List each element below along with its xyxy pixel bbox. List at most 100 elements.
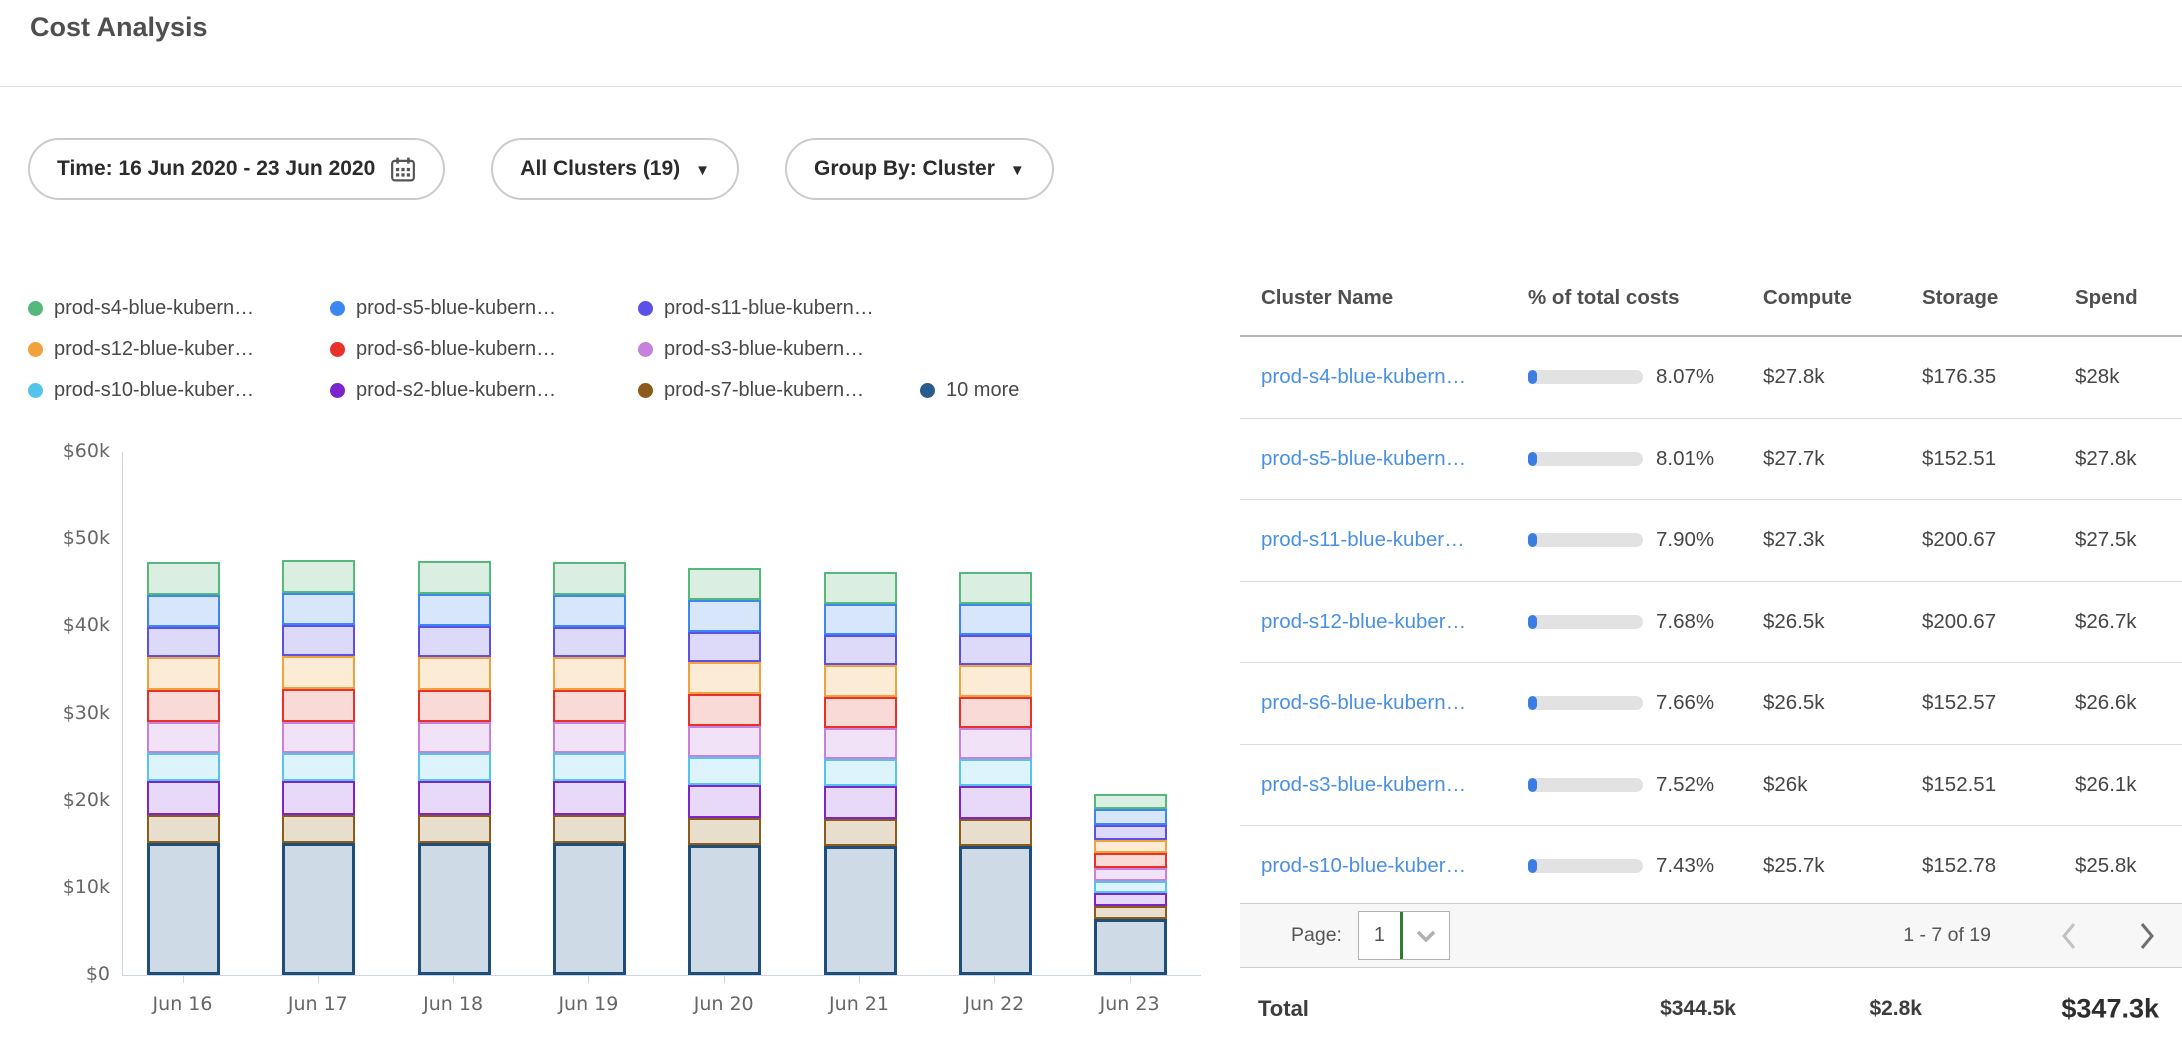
bar-segment-prod-s2-blue-kubern[interactable] [688,785,761,818]
group-by-dropdown[interactable]: Group By: Cluster ▼ [785,138,1054,200]
bar-segment-prod-s5-blue-kubern[interactable] [553,595,626,627]
bar-segment-prod-s10-blue-kuber[interactable] [688,757,761,785]
bar-segment-prod-s12-blue-kuber[interactable] [1094,840,1167,853]
bar-segment-prod-s5-blue-kubern[interactable] [688,600,761,632]
bar-segment-10-more[interactable] [282,843,355,975]
stacked-bar-jun-22[interactable] [959,572,1032,975]
bar-segment-prod-s6-blue-kubern[interactable] [959,697,1032,728]
bar-segment-prod-s7-blue-kubern[interactable] [418,815,491,843]
bar-segment-prod-s3-blue-kubern[interactable] [553,722,626,753]
bar-segment-10-more[interactable] [147,843,220,975]
bar-segment-prod-s7-blue-kubern[interactable] [824,819,897,846]
bar-segment-prod-s10-blue-kuber[interactable] [1094,881,1167,893]
cluster-name-link[interactable]: prod-s6-blue-kubern… [1261,691,1528,715]
bar-segment-prod-s3-blue-kubern[interactable] [418,722,491,753]
bar-segment-10-more[interactable] [553,843,626,975]
cluster-name-link[interactable]: prod-s4-blue-kubern… [1261,365,1528,389]
cluster-name-link[interactable]: prod-s12-blue-kuber… [1261,610,1528,634]
bar-segment-prod-s2-blue-kubern[interactable] [418,781,491,815]
bar-segment-prod-s5-blue-kubern[interactable] [418,594,491,626]
bar-segment-prod-s7-blue-kubern[interactable] [959,819,1032,846]
cluster-name-link[interactable]: prod-s10-blue-kuber… [1261,854,1528,878]
stacked-bar-jun-23[interactable] [1094,794,1167,975]
bar-segment-prod-s4-blue-kubern[interactable] [282,560,355,593]
bar-segment-prod-s11-blue-kubern[interactable] [959,635,1032,665]
cluster-name-link[interactable]: prod-s3-blue-kubern… [1261,773,1528,797]
bar-segment-prod-s7-blue-kubern[interactable] [147,815,220,843]
legend-item-prod-s11-blue-kubern[interactable]: prod-s11-blue-kubern… [638,297,920,320]
stacked-bar-jun-19[interactable] [553,562,626,975]
legend-item-10-more[interactable]: 10 more [920,379,1019,402]
bar-segment-prod-s11-blue-kubern[interactable] [688,632,761,662]
bar-segment-prod-s3-blue-kubern[interactable] [959,728,1032,759]
legend-item-prod-s4-blue-kubern[interactable]: prod-s4-blue-kubern… [28,297,330,320]
bar-segment-prod-s6-blue-kubern[interactable] [418,690,491,722]
stacked-bar-jun-16[interactable] [147,562,220,975]
bar-segment-prod-s10-blue-kuber[interactable] [147,753,220,781]
bar-segment-prod-s11-blue-kubern[interactable] [147,627,220,657]
bar-segment-prod-s3-blue-kubern[interactable] [1094,868,1167,881]
time-range-filter-button[interactable]: Time: 16 Jun 2020 - 23 Jun 2020 [28,138,445,200]
bar-segment-prod-s7-blue-kubern[interactable] [1094,906,1167,919]
bar-segment-prod-s3-blue-kubern[interactable] [688,726,761,757]
bar-segment-prod-s10-blue-kuber[interactable] [282,753,355,781]
legend-item-prod-s3-blue-kubern[interactable]: prod-s3-blue-kubern… [638,338,920,361]
bar-segment-prod-s7-blue-kubern[interactable] [282,815,355,843]
bar-segment-prod-s11-blue-kubern[interactable] [824,635,897,665]
cluster-name-link[interactable]: prod-s5-blue-kubern… [1261,447,1528,471]
bar-segment-prod-s2-blue-kubern[interactable] [282,781,355,815]
legend-item-prod-s5-blue-kubern[interactable]: prod-s5-blue-kubern… [330,297,638,320]
bar-segment-prod-s5-blue-kubern[interactable] [1094,809,1167,825]
bar-segment-prod-s5-blue-kubern[interactable] [824,604,897,635]
previous-page-button[interactable] [2051,916,2087,956]
legend-item-prod-s6-blue-kubern[interactable]: prod-s6-blue-kubern… [330,338,638,361]
bar-segment-prod-s10-blue-kuber[interactable] [418,753,491,781]
bar-segment-prod-s4-blue-kubern[interactable] [553,562,626,595]
legend-item-prod-s10-blue-kuber[interactable]: prod-s10-blue-kuber… [28,379,330,402]
stacked-bar-jun-17[interactable] [282,560,355,975]
bar-segment-prod-s3-blue-kubern[interactable] [147,722,220,753]
bar-segment-10-more[interactable] [959,846,1032,975]
legend-item-prod-s2-blue-kubern[interactable]: prod-s2-blue-kubern… [330,379,638,402]
bar-segment-prod-s7-blue-kubern[interactable] [688,818,761,845]
bar-segment-10-more[interactable] [824,846,897,975]
bar-segment-prod-s2-blue-kubern[interactable] [824,786,897,819]
bar-segment-prod-s5-blue-kubern[interactable] [959,604,1032,635]
cluster-name-link[interactable]: prod-s11-blue-kuber… [1261,528,1528,552]
bar-segment-prod-s11-blue-kubern[interactable] [282,625,355,656]
legend-item-prod-s12-blue-kuber[interactable]: prod-s12-blue-kuber… [28,338,330,361]
bar-segment-prod-s10-blue-kuber[interactable] [553,753,626,781]
bar-segment-prod-s12-blue-kuber[interactable] [418,657,491,690]
bar-segment-prod-s12-blue-kuber[interactable] [824,665,897,697]
bar-segment-prod-s11-blue-kubern[interactable] [418,626,491,657]
bar-segment-prod-s6-blue-kubern[interactable] [824,697,897,728]
bar-segment-prod-s3-blue-kubern[interactable] [824,728,897,759]
bar-segment-prod-s11-blue-kubern[interactable] [553,627,626,657]
bar-segment-prod-s2-blue-kubern[interactable] [1094,893,1167,906]
bar-segment-prod-s7-blue-kubern[interactable] [553,815,626,843]
bar-segment-prod-s5-blue-kubern[interactable] [282,593,355,625]
bar-segment-prod-s12-blue-kuber[interactable] [282,656,355,689]
bar-segment-10-more[interactable] [1094,919,1167,975]
bar-segment-prod-s6-blue-kubern[interactable] [147,690,220,722]
bar-segment-prod-s4-blue-kubern[interactable] [959,572,1032,604]
bar-segment-prod-s6-blue-kubern[interactable] [1094,853,1167,868]
bar-segment-prod-s3-blue-kubern[interactable] [282,722,355,753]
bar-segment-prod-s5-blue-kubern[interactable] [147,595,220,627]
next-page-button[interactable] [2129,916,2165,956]
bar-segment-prod-s10-blue-kuber[interactable] [824,759,897,786]
bar-segment-prod-s12-blue-kuber[interactable] [959,665,1032,697]
bar-segment-prod-s4-blue-kubern[interactable] [688,568,761,600]
bar-segment-10-more[interactable] [688,845,761,975]
bar-segment-prod-s4-blue-kubern[interactable] [418,561,491,594]
bar-segment-prod-s12-blue-kuber[interactable] [147,657,220,690]
stacked-bar-jun-21[interactable] [824,572,897,975]
bar-segment-prod-s2-blue-kubern[interactable] [553,781,626,815]
bar-segment-10-more[interactable] [418,843,491,975]
bar-segment-prod-s2-blue-kubern[interactable] [959,786,1032,819]
clusters-filter-dropdown[interactable]: All Clusters (19) ▼ [491,138,739,200]
stacked-bar-jun-18[interactable] [418,561,491,975]
bar-segment-prod-s10-blue-kuber[interactable] [959,759,1032,786]
bar-segment-prod-s4-blue-kubern[interactable] [147,562,220,595]
bar-segment-prod-s6-blue-kubern[interactable] [688,694,761,726]
